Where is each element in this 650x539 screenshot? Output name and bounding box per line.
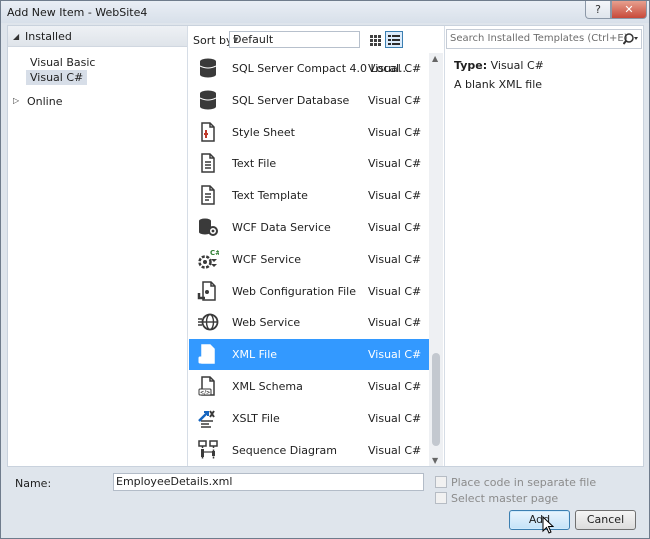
text-file-icon: [197, 152, 219, 174]
sequence-diagram-icon: [197, 439, 219, 461]
medium-icons-view-button[interactable]: [366, 31, 384, 48]
template-language: Visual C#: [368, 284, 422, 298]
list-view-button[interactable]: [385, 31, 403, 48]
template-language: Visual C#: [368, 157, 422, 171]
scroll-down-icon[interactable]: ▼: [432, 456, 438, 465]
template-row[interactable]: WCF Data Service Visual C#: [189, 212, 429, 243]
name-label: Name:: [15, 477, 52, 490]
template-name: SQL Server Database: [232, 93, 350, 107]
template-name: WCF Data Service: [232, 221, 331, 234]
template-language: Visual C#: [368, 93, 422, 107]
xml-schema-icon: </>: [197, 375, 219, 397]
template-name: XML Schema: [232, 380, 303, 393]
tree-item-visual-csharp[interactable]: Visual C#: [26, 70, 88, 85]
place-code-checkbox[interactable]: [435, 476, 447, 488]
template-description: A blank XML file: [454, 78, 543, 91]
installed-node[interactable]: ◢ Installed: [8, 26, 187, 47]
svg-text:</>: </>: [200, 358, 210, 364]
svg-text:</>: </>: [200, 390, 210, 396]
expand-right-icon[interactable]: ▷: [13, 96, 19, 105]
template-name: Style Sheet: [232, 125, 295, 139]
template-list-scrollbar[interactable]: ▲ ▼: [429, 53, 443, 466]
template-row[interactable]: C# WCF Service Visual C#: [189, 244, 429, 275]
tree-item-visual-basic[interactable]: Visual Basic: [28, 55, 97, 70]
database-icon: [197, 57, 219, 79]
template-language: Visual C#: [368, 380, 422, 393]
web-service-icon: [197, 311, 219, 333]
scrollbar-thumb[interactable]: [432, 353, 440, 446]
close-button[interactable]: ✕: [611, 1, 647, 19]
installed-label: Installed: [25, 30, 72, 43]
template-toolbar: Sort by: Default ▼: [189, 26, 443, 52]
wcf-data-service-icon: [197, 216, 219, 238]
template-row[interactable]: Text File Visual C#: [189, 148, 429, 179]
template-language: Visual C#: [368, 189, 422, 203]
wcf-service-icon: C#: [197, 248, 221, 270]
template-row[interactable]: Sequence Diagram Visual C#: [189, 435, 429, 466]
template-language: Visual C#: [368, 62, 422, 75]
template-row[interactable]: Text Template Visual C#: [189, 180, 429, 211]
cancel-button[interactable]: Cancel: [575, 510, 636, 530]
template-name: Text File: [232, 157, 277, 171]
template-row[interactable]: </> XML File Visual C#: [189, 339, 429, 371]
template-name: Text Template: [232, 189, 308, 203]
type-info: Type: Visual C#: [454, 59, 544, 72]
template-name: Web Service: [232, 316, 301, 330]
title-bar: Add New Item - WebSite4 ? ✕: [1, 1, 649, 23]
template-name: WCF Service: [232, 252, 302, 266]
window-title: Add New Item - WebSite4: [7, 6, 148, 19]
category-tree: ◢ Installed Visual Basic Visual C# ▷ Onl…: [8, 26, 188, 466]
list-view-icon: [388, 35, 400, 45]
select-master-checkbox[interactable]: [435, 492, 447, 504]
add-new-item-dialog: Add New Item - WebSite4 ? ✕ ◢ Installed …: [0, 0, 650, 539]
dialog-body: ◢ Installed Visual Basic Visual C# ▷ Onl…: [7, 25, 644, 467]
stylesheet-icon: [197, 121, 219, 143]
template-language: Visual C#: [368, 221, 422, 234]
xslt-file-icon: [197, 407, 219, 429]
template-name: XML File: [232, 348, 278, 362]
template-name: XSLT File: [232, 411, 280, 425]
database-icon: [197, 89, 219, 111]
add-button[interactable]: Add: [509, 510, 570, 530]
template-language: Visual C#: [368, 411, 422, 425]
template-row[interactable]: Web Configuration File Visual C#: [189, 276, 429, 307]
template-row[interactable]: Style Sheet Visual C#: [189, 117, 429, 148]
web-config-icon: [197, 280, 219, 302]
template-language: Visual C#: [368, 252, 422, 266]
template-name: Web Configuration File: [232, 284, 356, 298]
template-search-box[interactable]: Search Installed Templates (Ctrl+E): [446, 29, 642, 49]
name-input[interactable]: EmployeeDetails.xml: [113, 473, 424, 491]
chevron-down-icon: ▼: [233, 36, 239, 44]
template-language: Visual C#: [368, 348, 422, 362]
template-row[interactable]: Web Service Visual C#: [189, 307, 429, 338]
expand-down-icon[interactable]: ◢: [13, 32, 19, 41]
template-row[interactable]: </> XML Schema Visual C#: [189, 371, 429, 402]
place-code-label: Place code in separate file: [451, 476, 597, 489]
search-placeholder: Search Installed Templates (Ctrl+E): [450, 33, 628, 44]
search-icon[interactable]: [623, 32, 639, 46]
xml-file-icon: </>: [197, 343, 219, 365]
svg-text:C#: C#: [210, 249, 219, 257]
text-template-icon: [197, 184, 219, 206]
grid-view-icon: [370, 35, 381, 46]
template-details-panel: Search Installed Templates (Ctrl+E) Type…: [444, 26, 643, 466]
template-row[interactable]: XSLT File Visual C#: [189, 403, 429, 434]
template-list: SQL Server Compact 4.0 Local... Visual C#…: [189, 53, 443, 466]
type-label: Type:: [454, 59, 488, 72]
mouse-cursor-icon: [542, 516, 554, 534]
type-value: Visual C#: [490, 59, 544, 72]
scroll-up-icon[interactable]: ▲: [432, 54, 438, 63]
template-language: Visual C#: [368, 443, 422, 457]
template-language: Visual C#: [368, 125, 422, 139]
help-button[interactable]: ?: [585, 1, 611, 19]
template-row[interactable]: SQL Server Compact 4.0 Local... Visual C#: [189, 53, 429, 84]
template-language: Visual C#: [368, 316, 422, 330]
tree-item-online[interactable]: Online: [25, 94, 64, 109]
select-master-label: Select master page: [451, 492, 559, 505]
sort-by-dropdown[interactable]: Default ▼: [229, 31, 360, 48]
template-row[interactable]: SQL Server Database Visual C#: [189, 85, 429, 116]
template-name: Sequence Diagram: [232, 443, 337, 457]
